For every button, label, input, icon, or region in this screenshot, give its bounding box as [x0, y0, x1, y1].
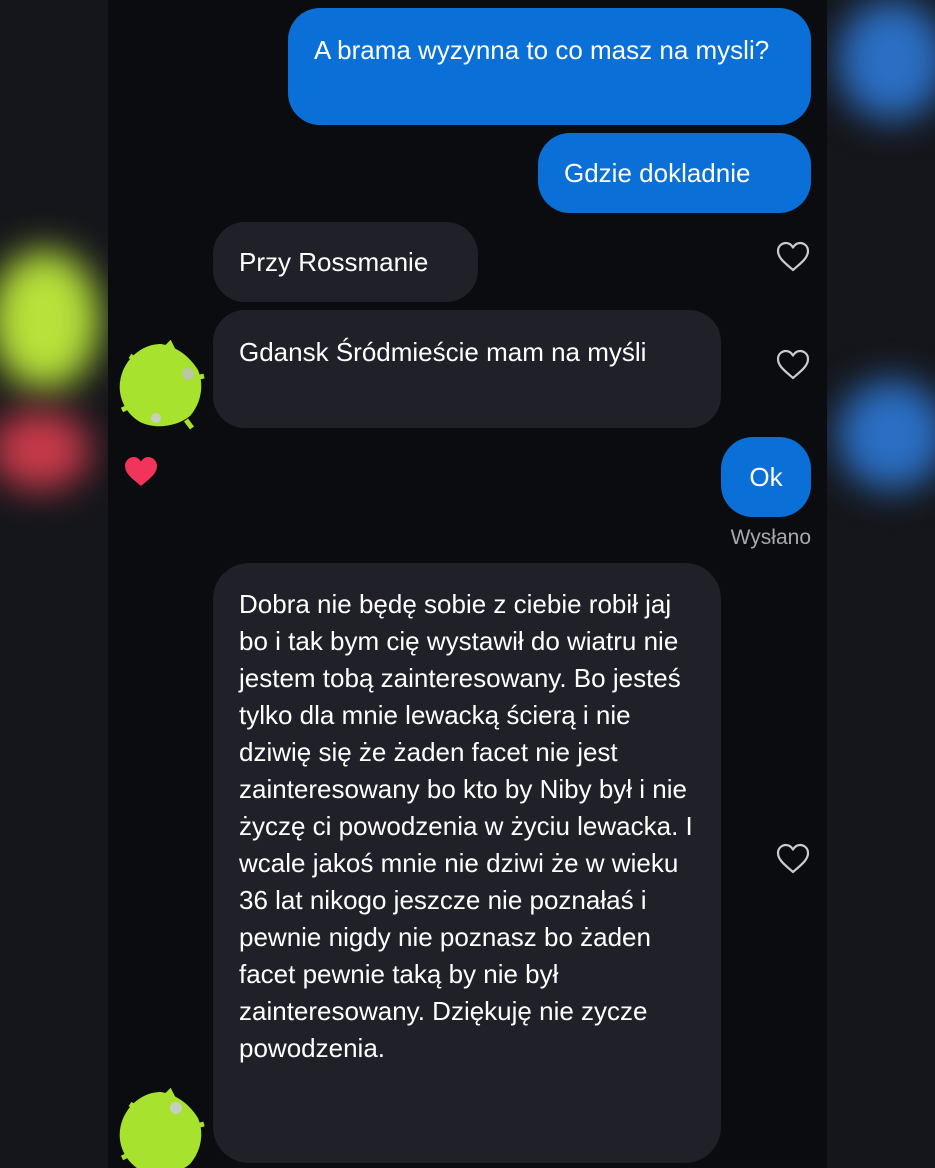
- incoming-message[interactable]: Dobra nie będę sobie z ciebie robił jaj …: [213, 563, 721, 1163]
- message-text: Przy Rossmanie: [239, 247, 429, 277]
- heart-outline-icon[interactable]: [775, 241, 811, 273]
- message-status: Wysłano: [730, 526, 811, 549]
- sender-avatar[interactable]: [116, 1088, 206, 1168]
- screenshot-stage: A brama wyzynna to co masz na mysli? Gdz…: [0, 0, 935, 1168]
- message-text: Gdansk Śródmieście mam na myśli: [239, 337, 647, 367]
- incoming-message[interactable]: Gdansk Śródmieście mam na myśli: [213, 310, 721, 428]
- message-text: Ok: [749, 462, 783, 492]
- outgoing-message[interactable]: A brama wyzynna to co masz na mysli?: [288, 8, 811, 125]
- chat-thread[interactable]: A brama wyzynna to co masz na mysli? Gdz…: [108, 0, 827, 1168]
- message-text: Gdzie dokladnie: [564, 158, 751, 188]
- blurred-background-left: [0, 0, 108, 1168]
- message-text: Dobra nie będę sobie z ciebie robił jaj …: [239, 589, 693, 1063]
- heart-outline-icon[interactable]: [775, 349, 811, 381]
- heart-filled-icon: [125, 457, 157, 486]
- heart-outline-icon[interactable]: [775, 843, 811, 875]
- message-text: A brama wyzynna to co masz na mysli?: [314, 35, 770, 65]
- outgoing-message[interactable]: Ok: [721, 437, 811, 517]
- sender-avatar[interactable]: [116, 340, 206, 430]
- incoming-message[interactable]: Przy Rossmanie: [213, 222, 478, 302]
- outgoing-message[interactable]: Gdzie dokladnie: [538, 133, 811, 213]
- blurred-background-right: [827, 0, 935, 1168]
